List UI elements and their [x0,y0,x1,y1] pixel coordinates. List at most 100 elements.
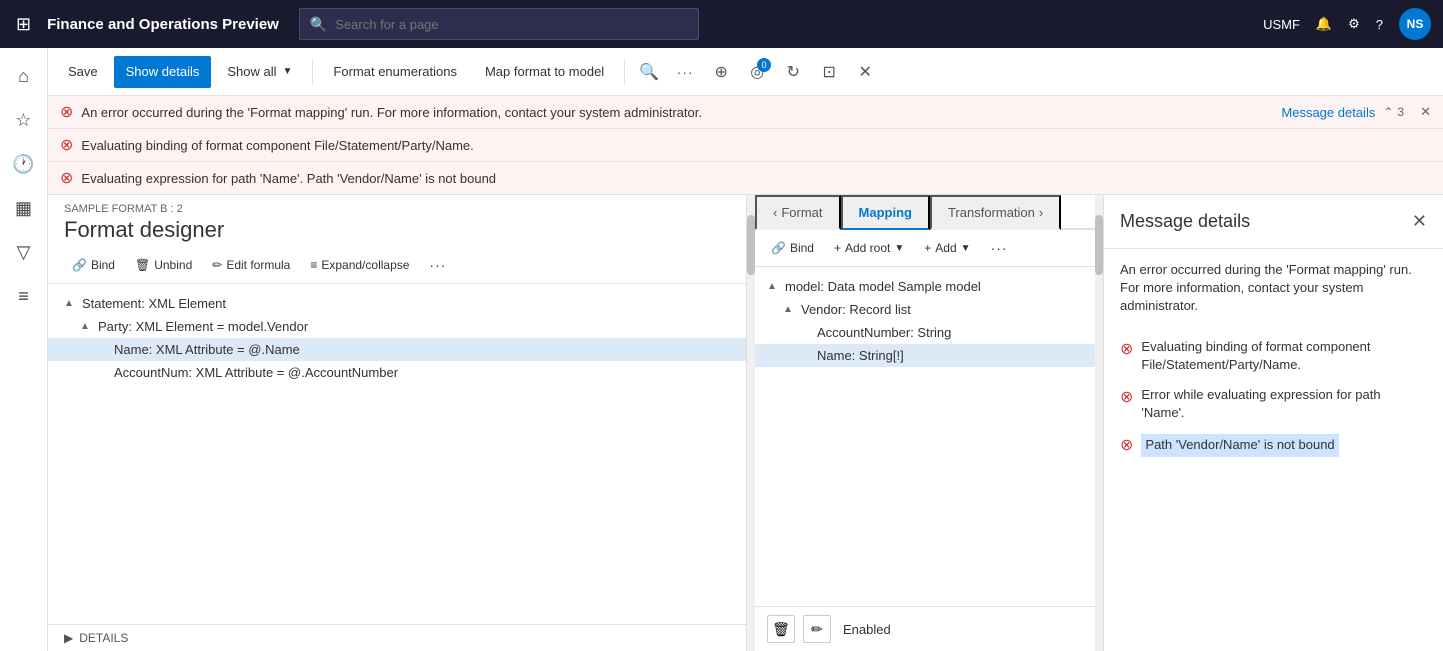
message-close-button[interactable]: ✕ [1412,211,1427,232]
show-all-button[interactable]: Show all ▼ [215,56,304,88]
help-icon[interactable]: ? [1376,17,1383,32]
bind-button[interactable]: 🔗 Bind [64,251,123,279]
sidebar-favorite-icon[interactable]: ☆ [4,100,44,140]
main-layout: ⌂ ☆ 🕐 ▦ ▽ ≡ Save Show details Show all ▼… [0,48,1443,651]
mapping-toolbar: 🔗 Bind + Add root ▼ + Add ▼ ··· [755,230,1095,267]
mapping-tree: ▲ model: Data model Sample model ▲ Vendo… [755,267,1095,606]
more-options-icon[interactable]: ··· [669,56,701,88]
tab-mapping[interactable]: Mapping [841,195,930,230]
tree-arrow-party: ▲ [80,321,92,332]
tree-item-name[interactable]: Name: XML Attribute = @.Name [48,338,746,361]
delete-button[interactable]: 🗑 [767,615,795,643]
add-root-icon: + [834,241,841,255]
expand-collapse-button[interactable]: ≡ Expand/collapse [302,251,417,279]
search-icon: 🔍 [310,16,327,33]
left-sidebar: ⌂ ☆ 🕐 ▦ ▽ ≡ [0,48,48,651]
error-icon-3: ⊗ [60,168,73,188]
tree-item-party[interactable]: ▲ Party: XML Element = model.Vendor [48,315,746,338]
sidebar-filter-icon[interactable]: ▽ [4,232,44,272]
settings-icon[interactable]: ⚙ [1348,16,1360,32]
mapping-item-accountnumber[interactable]: AccountNumber: String [755,321,1095,344]
tab-format[interactable]: ‹ Format [755,195,841,230]
model-arrow-icon: ▲ [767,281,779,292]
vendor-arrow-icon: ▲ [783,304,795,315]
edit-formula-button[interactable]: ✏ Edit formula [204,251,298,279]
enabled-label: Enabled [843,622,891,637]
error-close-icon[interactable]: ✕ [1420,104,1431,120]
format-scrollbar-thumb[interactable] [747,215,755,275]
mapping-more-icon: ··· [991,240,1008,256]
expand-icon: ≡ [310,258,317,272]
msg-error-text-2: Error while evaluating expression for pa… [1141,386,1427,422]
error-text-1: An error occurred during the 'Format map… [81,105,1273,120]
mapping-scrollbar[interactable] [1095,195,1103,651]
add-root-button[interactable]: + Add root ▼ [826,234,912,262]
mapping-item-name[interactable]: Name: String[!] [755,344,1095,367]
sidebar-list-icon[interactable]: ≡ [4,276,44,316]
error-row-2: ⊗ Evaluating binding of format component… [48,129,1443,162]
tab-format-prev-icon: ‹ [773,205,777,220]
message-error-2: ⊗ Error while evaluating expression for … [1120,380,1427,428]
sidebar-home-icon[interactable]: ⌂ [4,56,44,96]
main-toolbar: Save Show details Show all ▼ Format enum… [48,48,1443,96]
format-tree: ▲ Statement: XML Element ▲ Party: XML El… [48,284,746,624]
badge-count: 0 [757,58,771,72]
search-box[interactable]: 🔍 [299,8,699,40]
unbind-button[interactable]: 🗑 Unbind [127,251,200,279]
format-enumerations-button[interactable]: Format enumerations [321,56,469,88]
more-tools-button[interactable]: ··· [421,251,454,279]
message-description: An error occurred during the 'Format map… [1120,261,1427,316]
sidebar-workspace-icon[interactable]: ▦ [4,188,44,228]
search-input[interactable] [335,17,688,32]
map-format-button[interactable]: Map format to model [473,56,616,88]
unbind-icon: 🗑 [135,258,150,272]
msg-error-text-3: Path 'Vendor/Name' is not bound [1141,434,1427,456]
msg-error-icon-2: ⊗ [1120,387,1133,407]
msg-error-text-1: Evaluating binding of format component F… [1141,338,1427,374]
refresh-icon[interactable]: ↻ [777,56,809,88]
open-icon[interactable]: ⊡ [813,56,845,88]
bookmark-icon[interactable]: ⊕ [705,56,737,88]
show-details-button[interactable]: Show details [114,56,212,88]
avatar[interactable]: NS [1399,8,1431,40]
close-toolbar-icon[interactable]: ✕ [849,56,881,88]
tree-item-statement[interactable]: ▲ Statement: XML Element [48,292,746,315]
more-tools-icon: ··· [429,257,446,273]
tree-item-accountnum[interactable]: AccountNum: XML Attribute = @.AccountNum… [48,361,746,384]
show-all-chevron-icon: ▼ [283,66,293,77]
search-toolbar-icon[interactable]: 🔍 [633,56,665,88]
save-button[interactable]: Save [56,56,110,88]
badge-button[interactable]: ◎ 0 [741,56,773,88]
message-details-link[interactable]: Message details [1281,105,1375,120]
format-scrollbar[interactable] [747,195,755,651]
message-error-3: ⊗ Path 'Vendor/Name' is not bound [1120,428,1427,462]
error-row-1: ⊗ An error occurred during the 'Format m… [48,96,1443,129]
page-title: Format designer [64,217,730,243]
notification-icon[interactable]: 🔔 [1316,16,1332,32]
breadcrumb: SAMPLE FORMAT B : 2 [64,203,730,215]
message-header: Message details ✕ [1104,195,1443,249]
grid-menu-icon[interactable]: ⊞ [12,10,35,39]
mapping-scrollbar-thumb[interactable] [1095,215,1103,275]
toolbar-separator-2 [624,60,625,84]
mapping-item-model[interactable]: ▲ model: Data model Sample model [755,275,1095,298]
top-nav: ⊞ Finance and Operations Preview 🔍 USMF … [0,0,1443,48]
add-button[interactable]: + Add ▼ [916,234,978,262]
mapping-more-button[interactable]: ··· [983,234,1016,262]
edit-button[interactable]: ✏ [803,615,831,643]
environment-label: USMF [1263,17,1300,32]
mapping-bind-button[interactable]: 🔗 Bind [763,234,822,262]
error-text-2: Evaluating binding of format component F… [81,138,1431,153]
nav-right: USMF 🔔 ⚙ ? NS [1263,8,1431,40]
details-section[interactable]: ▶ DETAILS [48,624,746,651]
mapping-panel: ‹ Format Mapping Transformation › 🔗 Bind [755,195,1095,651]
sidebar-recent-icon[interactable]: 🕐 [4,144,44,184]
message-details-panel: Message details ✕ An error occurred duri… [1103,195,1443,651]
tab-transformation[interactable]: Transformation › [930,195,1061,230]
msg-error-highlighted: Path 'Vendor/Name' is not bound [1141,434,1338,456]
error-area: ⊗ An error occurred during the 'Format m… [48,96,1443,195]
panel-toolbar: 🔗 Bind 🗑 Unbind ✏ Edit formula ≡ Expand/… [48,247,746,284]
error-icon-1: ⊗ [60,102,73,122]
mapping-item-vendor[interactable]: ▲ Vendor: Record list [755,298,1095,321]
mapping-bottom: 🗑 ✏ Enabled [755,606,1095,651]
